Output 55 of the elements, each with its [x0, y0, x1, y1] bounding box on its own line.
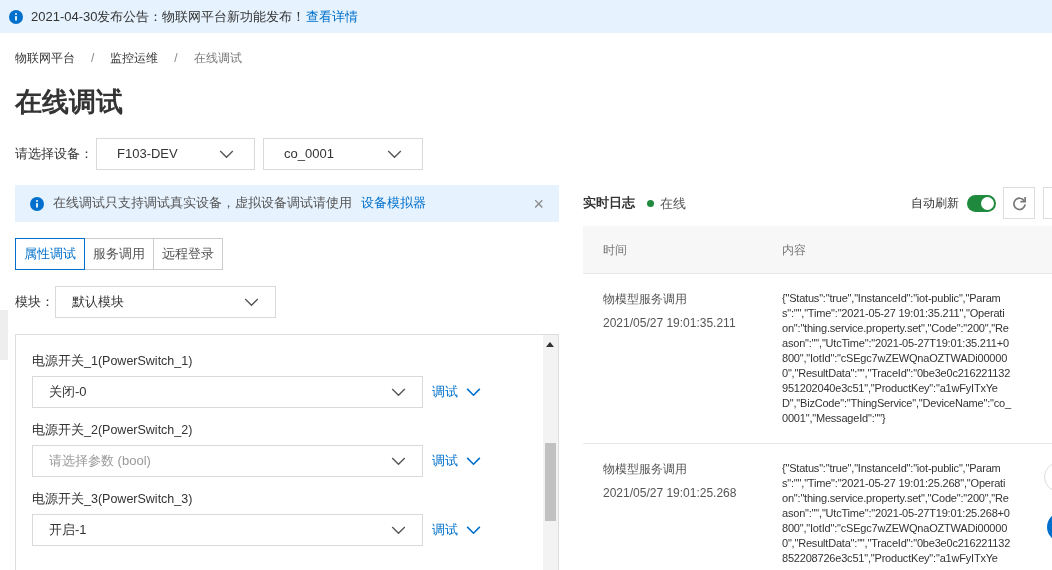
- select-field[interactable]: co_0001: [263, 138, 423, 170]
- chevron-down-icon: [466, 525, 481, 535]
- chevron-down-icon: [466, 387, 481, 397]
- property-label: 电源开关_3(PowerSwitch_3): [32, 491, 194, 506]
- select-field[interactable]: F103-DEV: [96, 138, 255, 170]
- debug-link[interactable]: 调试: [432, 451, 481, 471]
- log-type: 物模型服务调用: [603, 291, 688, 307]
- log-type: 物模型服务调用: [603, 461, 688, 477]
- chevron-down-icon: [219, 149, 234, 159]
- property-label: 电源开关_1(PowerSwitch_1): [32, 353, 194, 368]
- device-label: 请选择设备：: [15, 145, 94, 164]
- announcement-text: 2021-04-30发布公告：物联网平台新功能发布！: [31, 7, 306, 26]
- chevron-down-icon: [391, 456, 406, 466]
- chevron-down-icon: [244, 297, 259, 307]
- page-title: 在线调试: [15, 86, 124, 118]
- toolbar-button[interactable]: [1043, 187, 1052, 219]
- tab[interactable]: 属性调试: [15, 238, 85, 270]
- refresh-button[interactable]: [1003, 187, 1035, 219]
- log-content: {"Status":"true","InstanceId":"iot-public","Param s":"","Time":"2021-05-27 19:01:35.211","Operati on":"thing.service.property.set","Code":"200","Re ason":"","UtcTime":"2021-05-27T19:01:35.211+0 800","IotId":"cSEgc7wZEWQnaOZTWADi00000 0","ResultData":"","TraceId":"0be3e0c216221132 951202040e3c51","ProductKey":"a1wFyITxYe D","BizCode":"ThingService","DeviceName":"co_ 0001","MessageId":""}: [782, 291, 1011, 426]
- select-field[interactable]: 默认模块: [55, 286, 276, 318]
- scrollbar[interactable]: [543, 335, 558, 570]
- column-header: 时间: [603, 241, 628, 259]
- debug-link[interactable]: 调试: [432, 520, 481, 540]
- chevron-down-icon: [391, 525, 406, 535]
- debug-link[interactable]: 调试: [432, 382, 481, 402]
- info-icon: [9, 9, 23, 24]
- scrollbar-thumb[interactable]: [545, 443, 556, 521]
- log-time: 2021/05/27 19:01:25.268: [603, 485, 738, 501]
- breadcrumb-separator: /: [91, 50, 95, 67]
- refresh-icon: [1011, 195, 1027, 211]
- toggle-switch[interactable]: [967, 194, 996, 212]
- property-label: 电源开关_2(PowerSwitch_2): [32, 422, 194, 437]
- column-header: 内容: [782, 241, 806, 259]
- tab[interactable]: 远程登录: [153, 238, 223, 270]
- details-link[interactable]: 查看详情: [305, 6, 358, 27]
- chevron-down-icon: [391, 387, 406, 397]
- breadcrumb-item[interactable]: 监控运维: [110, 49, 159, 67]
- auto-refresh-label: 自动刷新: [911, 195, 959, 212]
- scroll-up-icon: [546, 342, 554, 347]
- tab[interactable]: 服务调用: [84, 238, 154, 270]
- notice-text: 在线调试只支持调试真实设备，虚拟设备调试请使用: [53, 195, 352, 213]
- status-text: 在线: [660, 196, 686, 214]
- log-time: 2021/05/27 19:01:35.211: [603, 315, 737, 331]
- chevron-down-icon: [387, 149, 402, 159]
- select-field[interactable]: 开启-1: [32, 514, 423, 546]
- log-title: 实时日志: [583, 194, 635, 213]
- breadcrumb-separator: /: [174, 50, 178, 67]
- log-content: {"Status":"true","InstanceId":"iot-public","Param s":"","Time":"2021-05-27 19:01:25.268","Operati on":"thing.service.property.set","Code":"200","Re ason":"","UtcTime":"2021-05-27T19:01:25.268+0 800","IotId":"cSEgc7wZEWQnaOZTWADi00000 0","ResultData":"","TraceId":"0be3e0c216221132 852208726e3c51","ProductKey":"a1wFyITxYe: [782, 461, 1011, 566]
- select-field[interactable]: 关闭-0: [32, 376, 423, 408]
- simulator-link[interactable]: 设备模拟器: [361, 194, 426, 213]
- module-label: 模块：: [15, 293, 55, 311]
- chevron-down-icon: [466, 456, 481, 466]
- info-icon: [30, 196, 44, 211]
- breadcrumb-item[interactable]: 物联网平台: [15, 49, 75, 67]
- breadcrumb-current: 在线调试: [193, 50, 242, 67]
